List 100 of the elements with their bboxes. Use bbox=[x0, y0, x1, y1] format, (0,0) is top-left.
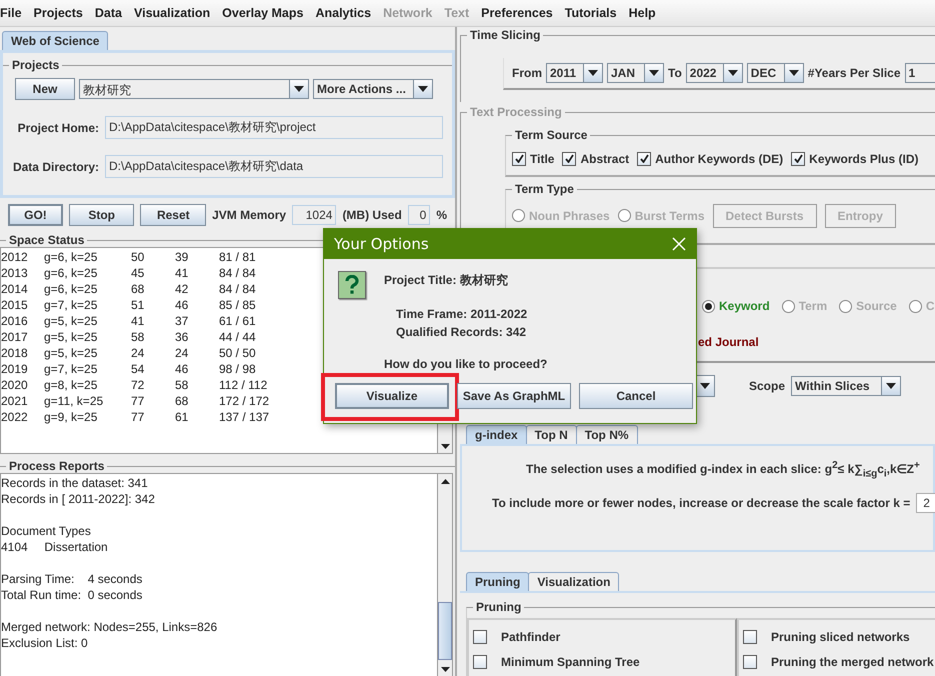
project-home-field[interactable]: D:\AppData\citespace\教材研究\project bbox=[105, 116, 443, 139]
table-cell-text: 36 bbox=[175, 329, 190, 345]
settings-tab[interactable]: Pruning bbox=[466, 572, 530, 591]
table-cell: 137 / 137 bbox=[219, 409, 270, 425]
criteria-tab[interactable]: Top N bbox=[526, 425, 577, 444]
jvm-memory-label: JVM Memory bbox=[212, 208, 286, 222]
month-dropdown[interactable]: JAN bbox=[607, 63, 664, 83]
dropdown-arrow-icon bbox=[649, 70, 659, 76]
report-line: Merged network: Nodes=255, Links=826 bbox=[1, 619, 218, 635]
month-dropdown[interactable]: DEC bbox=[746, 63, 804, 83]
table-cell: 172 / 172 bbox=[219, 393, 270, 409]
checkbox[interactable] bbox=[743, 654, 757, 668]
data-directory-field[interactable]: D:\AppData\citespace\教材研究\data bbox=[105, 155, 443, 178]
table-cell-text: 39 bbox=[175, 249, 190, 265]
project-dropdown[interactable]: 教材研究 bbox=[79, 79, 309, 99]
checkbox[interactable] bbox=[473, 654, 487, 668]
percent-label: % bbox=[436, 208, 447, 222]
report-line: Records in [ 2011-2022]: 342 bbox=[1, 491, 156, 507]
table-cell: 84 / 84 bbox=[219, 265, 256, 281]
source-tab[interactable]: Web of Science bbox=[2, 31, 108, 50]
dialog-button[interactable]: Visualize bbox=[335, 383, 449, 409]
table-cell-text: 68 bbox=[175, 393, 190, 409]
radio-button[interactable] bbox=[702, 300, 715, 312]
table-cell-text: 2013 bbox=[1, 265, 29, 281]
dropdown-button[interactable] bbox=[696, 374, 715, 397]
table-cell-text: g=6, k=25 bbox=[44, 249, 98, 265]
years-dropdown[interactable]: 1 bbox=[904, 63, 935, 83]
dialog-button[interactable]: Cancel bbox=[579, 383, 693, 409]
selection-formula: The selection uses a modified g-index in each slice: g$^{2}$≤ k∑$_{i≤g}$c$_{i}$,k∈Z$^{+}$ bbox=[525, 460, 921, 480]
control-button[interactable]: GO! bbox=[8, 204, 63, 226]
scope-label: Scope bbox=[749, 378, 786, 393]
table-cell-text: 2022 bbox=[1, 409, 29, 425]
menu-item[interactable]: Help bbox=[622, 6, 662, 20]
year-dropdown[interactable]: 2011 bbox=[546, 63, 603, 83]
scroll-thumb[interactable] bbox=[438, 602, 452, 660]
table-cell-text: 68 bbox=[131, 281, 146, 297]
dialog-title: Your Options bbox=[334, 235, 429, 253]
dropdown-arrow-icon bbox=[294, 86, 304, 92]
radio-label: Noun Phrases bbox=[529, 208, 610, 223]
field-label: Project Home: bbox=[16, 120, 99, 134]
close-icon[interactable] bbox=[672, 237, 686, 251]
dialog-button[interactable]: Save As GraphML bbox=[457, 383, 571, 409]
project-title-text: Project Title: 教材研究 bbox=[384, 272, 509, 289]
dropdown-arrow-icon bbox=[886, 382, 896, 389]
scale-factor-field[interactable]: 2 bbox=[916, 493, 935, 514]
table-cell-text: g=9, k=25 bbox=[44, 409, 98, 425]
menu-item[interactable]: Overlay Maps bbox=[216, 6, 310, 20]
year-dropdown[interactable]: 2022 bbox=[686, 63, 743, 83]
usage-field: 0 bbox=[408, 205, 430, 225]
to-label: To bbox=[668, 66, 682, 80]
menu-item[interactable]: Projects bbox=[28, 6, 89, 20]
dropdown-arrow-icon bbox=[418, 86, 428, 92]
radio-label: Term bbox=[798, 299, 828, 313]
criteria-tab[interactable]: Top N% bbox=[576, 425, 638, 444]
new-button[interactable]: New bbox=[15, 78, 75, 100]
arrow-up-icon bbox=[440, 478, 450, 484]
dropdown-arrow-icon bbox=[788, 70, 799, 76]
table-cell-text: 58 bbox=[131, 329, 146, 345]
time-frame-text: Time Frame: 2011-2022 bbox=[395, 306, 528, 323]
checkbox[interactable] bbox=[743, 630, 757, 644]
table-cell-text: 24 bbox=[175, 345, 190, 361]
report-line: Document Types bbox=[1, 523, 92, 539]
group-title: Term Source bbox=[512, 128, 590, 142]
criteria-tab[interactable]: g-index bbox=[466, 425, 527, 444]
group-title: Pruning bbox=[473, 600, 524, 614]
table-cell-text: 72 bbox=[131, 377, 146, 393]
table-cell-text: 45 bbox=[131, 265, 146, 281]
table-cell-text: 42 bbox=[175, 281, 190, 297]
menu-item[interactable]: Tutorials bbox=[558, 6, 623, 20]
checkbox-label: Keywords Plus (ID) bbox=[809, 152, 919, 166]
table-cell-text: 58 bbox=[175, 377, 190, 393]
table-cell-text: g=5, k=25 bbox=[44, 329, 98, 345]
table-cell: 112 / 112 bbox=[219, 377, 268, 393]
table-cell-text: 41 bbox=[131, 313, 146, 329]
table-cell-text: g=5, k=25 bbox=[44, 345, 98, 361]
settings-tab[interactable]: Visualization bbox=[528, 572, 620, 591]
table-cell-text: 51 bbox=[131, 297, 146, 313]
group-title: Time Slicing bbox=[467, 28, 544, 42]
years-per-slice-label: #Years Per Slice bbox=[808, 66, 901, 80]
radio-label: Keyword bbox=[719, 299, 770, 313]
report-line: Total Run time: 0 seconds bbox=[1, 587, 144, 603]
menu-item[interactable]: File bbox=[0, 6, 28, 20]
group-title: Term Type bbox=[512, 182, 577, 196]
menu-item[interactable]: Analytics bbox=[309, 6, 378, 20]
table-cell-text: 37 bbox=[175, 313, 190, 329]
checkbox[interactable] bbox=[473, 630, 487, 644]
dropdown-arrow-icon bbox=[728, 70, 738, 76]
control-button[interactable]: Reset bbox=[140, 204, 206, 226]
menu-item[interactable]: Visualization bbox=[128, 6, 216, 20]
report-line: Records in the dataset: 341 bbox=[1, 475, 149, 491]
menu-item[interactable]: Preferences bbox=[475, 6, 559, 20]
scope-dropdown[interactable]: Within Slices bbox=[791, 376, 902, 396]
control-button[interactable]: Stop bbox=[68, 204, 134, 226]
checkbox-label: Title bbox=[530, 152, 554, 166]
checkbox-label: Pruning sliced networks bbox=[771, 630, 910, 644]
scrollbar[interactable] bbox=[437, 474, 452, 676]
more-actions-dropdown[interactable]: More Actions ... bbox=[313, 79, 433, 99]
table-cell-text: g=7, k=25 bbox=[44, 361, 98, 377]
menu-item[interactable]: Data bbox=[88, 6, 128, 20]
table-cell-text: 2012 bbox=[1, 249, 29, 265]
